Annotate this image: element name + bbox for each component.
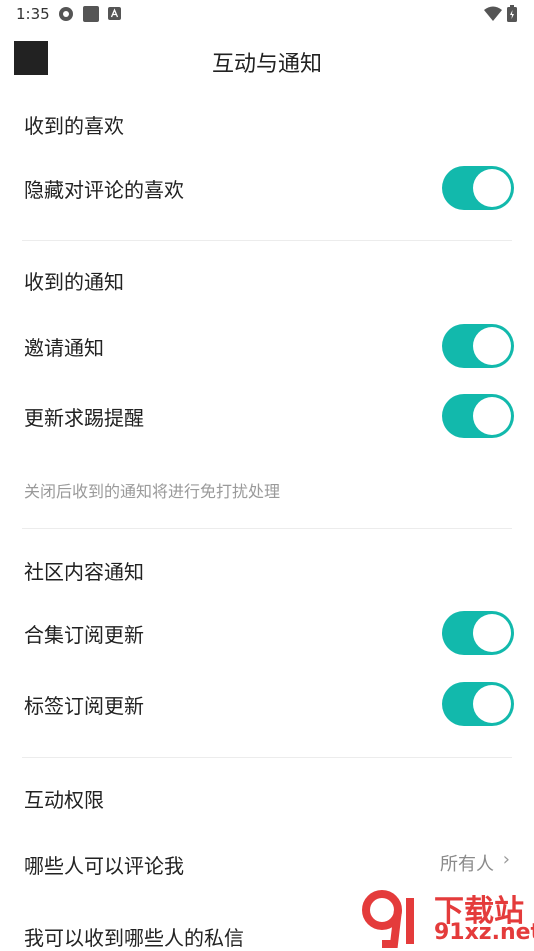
setting-label: 邀请通知 (24, 336, 104, 360)
section-title-community: 社区内容通知 (24, 560, 144, 584)
toggle-knob (473, 327, 511, 365)
watermark: 下载站 91xz.net (360, 886, 534, 950)
section-title-notifications: 收到的通知 (24, 270, 124, 294)
collection-update-toggle[interactable] (442, 611, 514, 655)
divider (22, 757, 512, 758)
status-time: 1:35 (16, 5, 50, 23)
divider (22, 240, 512, 241)
setting-label: 哪些人可以评论我 (24, 854, 184, 878)
toggle-knob (473, 397, 511, 435)
setting-row-invite-notification[interactable]: 邀请通知 (0, 324, 534, 368)
aperture-icon (59, 7, 73, 21)
setting-row-collection-update[interactable]: 合集订阅更新 (0, 611, 534, 655)
notification-note: 关闭后收到的通知将进行免打扰处理 (24, 482, 281, 501)
setting-label: 我可以收到哪些人的私信 (24, 926, 244, 950)
tag-update-toggle[interactable] (442, 682, 514, 726)
setting-label: 隐藏对评论的喜欢 (24, 178, 184, 202)
title-bar: 互动与通知 (0, 36, 534, 84)
toggle-knob (473, 685, 511, 723)
toggle-knob (473, 169, 511, 207)
chevron-right-icon: › (502, 849, 510, 870)
setting-row-hide-comment-likes[interactable]: 隐藏对评论的喜欢 (0, 166, 534, 210)
toggle-knob (473, 614, 511, 652)
setting-label: 更新求踢提醒 (24, 406, 144, 430)
divider (22, 528, 512, 529)
section-title-likes: 收到的喜欢 (24, 114, 124, 138)
a-icon (108, 7, 121, 20)
battery-icon (507, 5, 517, 22)
update-reminder-toggle[interactable] (442, 394, 514, 438)
invite-notification-toggle[interactable] (442, 324, 514, 368)
section-title-permissions: 互动权限 (24, 788, 104, 812)
hide-comment-likes-toggle[interactable] (442, 166, 514, 210)
watermark-url: 91xz.net (434, 920, 534, 945)
square-icon (83, 6, 99, 22)
setting-value: 所有人 (440, 854, 494, 875)
status-bar: 1:35 (0, 0, 534, 28)
page-title: 互动与通知 (211, 52, 322, 77)
watermark-logo-icon (362, 890, 414, 948)
setting-row-who-can-comment[interactable]: 哪些人可以评论我 所有人 › (0, 842, 534, 882)
setting-label: 标签订阅更新 (24, 694, 144, 718)
setting-label: 合集订阅更新 (24, 623, 144, 647)
setting-row-tag-update[interactable]: 标签订阅更新 (0, 682, 534, 726)
setting-row-update-reminder[interactable]: 更新求踢提醒 (0, 394, 534, 438)
wifi-icon (484, 6, 502, 21)
